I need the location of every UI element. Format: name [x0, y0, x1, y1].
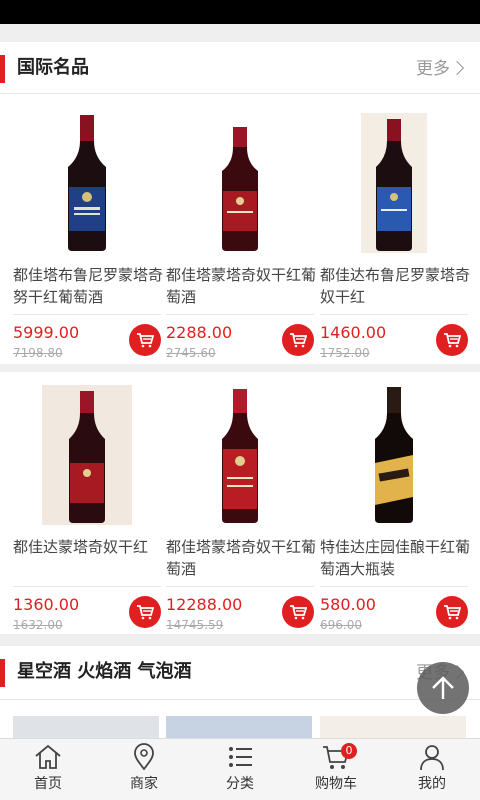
divider — [320, 314, 468, 315]
tab-merchants[interactable]: 商家 — [96, 739, 192, 800]
product-image[interactable] — [166, 108, 314, 258]
tab-label: 商家 — [130, 776, 158, 792]
section-title: 星空酒 火焰酒 气泡酒 — [17, 661, 192, 682]
section-international: 国际名品 更多 都佳塔布鲁尼罗蒙塔奇努干红葡萄酒 5999.00 7198.80 — [0, 42, 480, 364]
product-name[interactable]: 都佳塔蒙塔奇奴干红葡萄酒 — [166, 264, 316, 308]
tab-label: 分类 — [226, 776, 254, 792]
product-thumbnail[interactable] — [166, 716, 312, 738]
wine-bottle-image — [42, 385, 132, 525]
cart-icon — [290, 605, 307, 620]
cart-icon — [290, 333, 307, 348]
tab-label: 首页 — [34, 776, 62, 792]
product-image[interactable] — [13, 108, 161, 258]
product-old-price: 1632.00 — [13, 618, 63, 632]
product-name[interactable]: 都佳塔蒙塔奇奴干红葡萄酒 — [166, 536, 316, 580]
user-icon — [420, 745, 444, 771]
product-thumbnail[interactable] — [320, 716, 466, 738]
product-image[interactable] — [13, 380, 161, 530]
add-to-cart-button[interactable] — [129, 324, 161, 356]
divider — [13, 314, 161, 315]
cart-icon — [137, 333, 154, 348]
add-to-cart-button[interactable] — [436, 324, 468, 356]
location-pin-icon — [134, 743, 154, 771]
add-to-cart-button[interactable] — [282, 596, 314, 628]
product-old-price: 696.00 — [320, 618, 362, 632]
cart-count-badge: 0 — [341, 743, 357, 759]
section-accent-bar — [0, 55, 5, 83]
product-price: 1460.00 — [320, 323, 387, 342]
section-header: 国际名品 更多 — [0, 42, 480, 94]
tab-home[interactable]: 首页 — [0, 739, 96, 800]
tab-label: 购物车 — [315, 776, 357, 792]
cart-icon — [137, 605, 154, 620]
product-name[interactable]: 都佳塔布鲁尼罗蒙塔奇努干红葡萄酒 — [13, 264, 163, 308]
divider — [13, 586, 161, 587]
product-price: 12288.00 — [166, 595, 243, 614]
cart-icon — [444, 333, 461, 348]
product-name[interactable]: 都佳达布鲁尼罗蒙塔奇奴干红 — [320, 264, 470, 308]
product-old-price: 14745.59 — [166, 618, 224, 632]
product-price: 2288.00 — [166, 323, 233, 342]
product-name[interactable]: 都佳达蒙塔奇奴干红 — [13, 536, 163, 580]
status-bar — [0, 0, 480, 24]
more-label: 更多 — [416, 59, 450, 79]
divider — [166, 586, 314, 587]
add-to-cart-button[interactable] — [129, 596, 161, 628]
wine-bottle-image — [375, 387, 413, 523]
product-old-price: 7198.80 — [13, 346, 63, 360]
product-old-price: 1752.00 — [320, 346, 370, 360]
divider — [166, 314, 314, 315]
tab-category[interactable]: 分类 — [192, 739, 288, 800]
tab-cart[interactable]: 0 购物车 — [288, 739, 384, 800]
home-icon — [35, 744, 61, 769]
product-price: 580.00 — [320, 595, 376, 614]
section-starry-fire-sparkling: 星空酒 火焰酒 气泡酒 更多 — [0, 646, 480, 738]
add-to-cart-button[interactable] — [436, 596, 468, 628]
cart-icon — [444, 605, 461, 620]
category-list-icon — [229, 747, 252, 767]
tab-mine[interactable]: 我的 — [384, 739, 480, 800]
product-image[interactable] — [320, 380, 468, 530]
add-to-cart-button[interactable] — [282, 324, 314, 356]
product-thumbnail[interactable] — [13, 716, 159, 738]
section-title: 国际名品 — [17, 57, 89, 78]
product-image[interactable] — [166, 380, 314, 530]
bottom-tab-bar: 首页 商家 分类 0 购物车 我的 — [0, 738, 480, 800]
chevron-right-icon — [449, 60, 465, 76]
more-link[interactable]: 更多 — [416, 58, 465, 80]
product-image[interactable] — [320, 108, 468, 258]
arrow-up-icon — [432, 676, 454, 699]
tab-label: 我的 — [418, 776, 446, 792]
product-price: 1360.00 — [13, 595, 80, 614]
wine-bottle-image — [68, 115, 106, 251]
scroll-to-top-button[interactable] — [417, 662, 469, 714]
wine-bottle-image — [222, 389, 258, 523]
wine-bottle-image — [361, 113, 427, 253]
divider — [320, 586, 468, 587]
product-name[interactable]: 特佳达庄园佳酿干红葡萄酒大瓶装 — [320, 536, 470, 580]
wine-bottle-image — [222, 127, 258, 251]
section-header: 星空酒 火焰酒 气泡酒 更多 — [0, 646, 480, 700]
product-old-price: 2745.60 — [166, 346, 216, 360]
section-accent-bar — [0, 659, 5, 687]
product-price: 5999.00 — [13, 323, 80, 342]
product-row-2: 都佳达蒙塔奇奴干红 1360.00 1632.00 都佳塔蒙塔奇奴干红葡萄酒 1… — [0, 372, 480, 634]
